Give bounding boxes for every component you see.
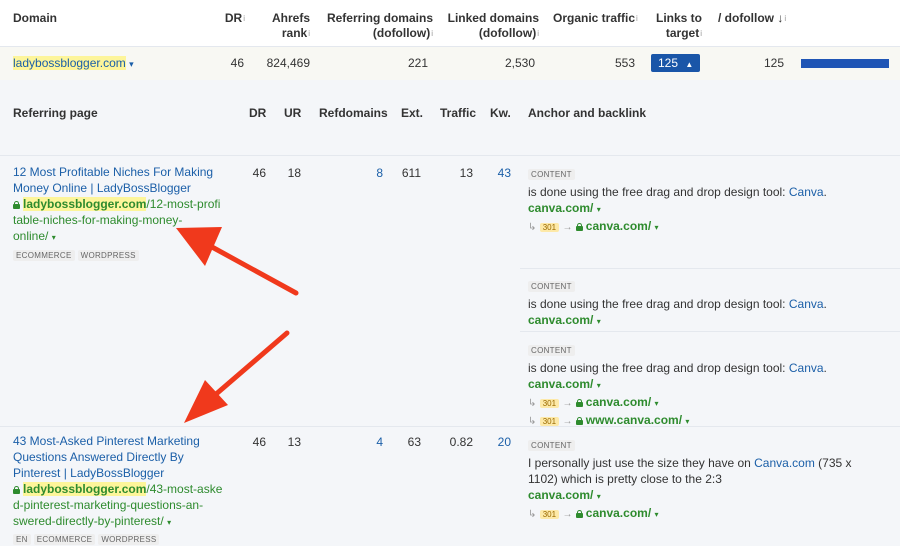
annotation-arrow-icon bbox=[176, 227, 299, 296]
annotation-arrows bbox=[176, 227, 299, 423]
annotation-arrow-icon bbox=[184, 330, 290, 423]
